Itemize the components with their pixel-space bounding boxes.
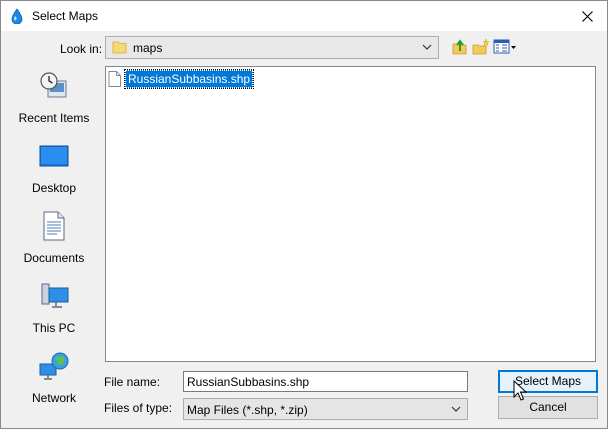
- place-label: Recent Items: [18, 111, 90, 125]
- network-icon: [39, 352, 69, 380]
- recent-items-icon: [40, 72, 67, 98]
- place-this-pc[interactable]: This PC: [13, 274, 95, 340]
- view-menu-icon: [493, 39, 516, 54]
- file-icon: [108, 71, 121, 87]
- place-label: Network: [31, 391, 76, 405]
- up-one-level-button[interactable]: [451, 38, 469, 56]
- file-name-label: File name:: [104, 375, 161, 389]
- place-desktop[interactable]: Desktop: [13, 134, 95, 200]
- cancel-button[interactable]: Cancel: [498, 396, 598, 419]
- look-in-value: maps: [133, 41, 163, 55]
- files-of-type-value: Map Files (*.shp, *.zip): [187, 403, 308, 417]
- place-label: Desktop: [31, 181, 77, 195]
- desktop-icon: [39, 145, 69, 167]
- place-documents[interactable]: Documents: [13, 204, 95, 270]
- files-of-type-label: Files of type:: [104, 401, 173, 415]
- place-network[interactable]: Network: [13, 344, 95, 410]
- window-title: Select Maps: [32, 9, 99, 23]
- chevron-down-icon: [422, 44, 432, 50]
- close-button[interactable]: [567, 1, 607, 31]
- file-name-input[interactable]: [183, 371, 468, 392]
- look-in-dropdown[interactable]: maps: [105, 36, 439, 59]
- new-folder-button[interactable]: [472, 38, 490, 56]
- place-label: This PC: [32, 321, 76, 335]
- folder-icon: [112, 41, 127, 54]
- file-name-selected[interactable]: RussianSubbasins.shp: [123, 69, 255, 89]
- documents-icon: [43, 211, 65, 241]
- place-recent-items[interactable]: Recent Items: [13, 64, 95, 130]
- places-bar: Recent Items Desktop Documents This PC N…: [13, 64, 95, 420]
- select-maps-button[interactable]: Select Maps: [498, 370, 598, 393]
- close-icon: [581, 10, 593, 22]
- place-label: Documents: [23, 251, 85, 265]
- look-in-label: Look in:: [60, 42, 103, 56]
- title-bar[interactable]: Select Maps: [1, 1, 607, 31]
- files-of-type-dropdown[interactable]: Map Files (*.shp, *.zip): [183, 398, 468, 420]
- new-folder-icon: [472, 38, 490, 55]
- select-maps-dialog: Select Maps Look in: maps Recent Items D…: [0, 0, 608, 429]
- file-list[interactable]: RussianSubbasins.shp: [105, 66, 596, 362]
- chevron-down-icon: [451, 406, 461, 412]
- droplet-icon: [11, 8, 23, 24]
- up-folder-icon: [452, 39, 467, 55]
- list-item[interactable]: RussianSubbasins.shp: [108, 69, 255, 89]
- view-menu-button[interactable]: [493, 38, 517, 56]
- this-pc-icon: [41, 283, 69, 308]
